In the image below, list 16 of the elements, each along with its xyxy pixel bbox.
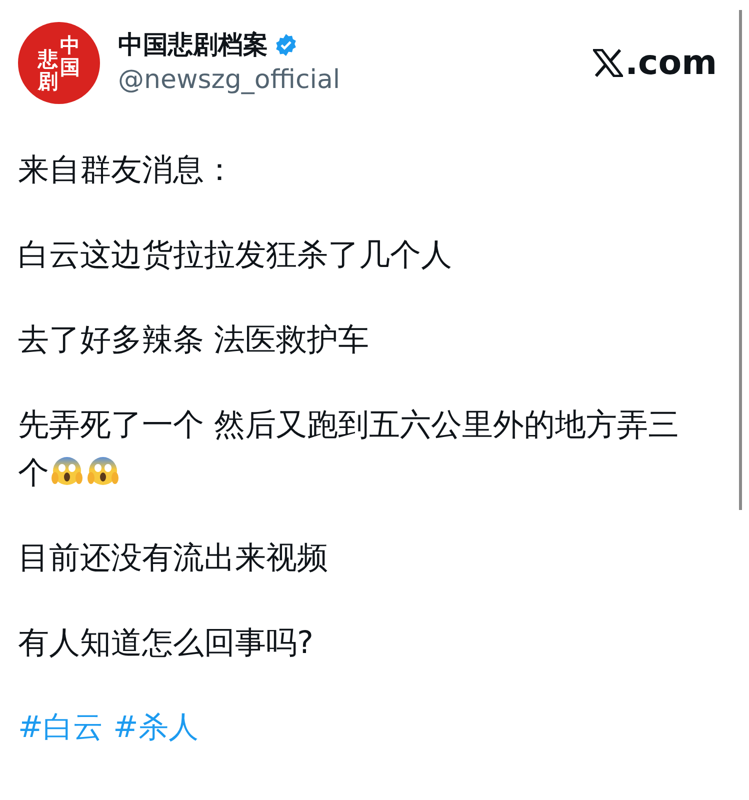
tweet-paragraph: 先弄死了一个 然后又跑到五六公里外的地方弄三个 [18,406,680,493]
x-logo-icon [593,49,624,77]
user-handle: @newszg_official [118,64,342,97]
hashtag-link[interactable]: #杀人 [113,704,198,752]
screaming-face-emoji-icon [51,455,83,487]
tweet-paragraph: 有人知道怎么回事吗? [18,624,314,663]
tweet-paragraph: 去了好多辣条 法医救护车 [18,321,370,360]
tweet-paragraph: 白云这边货拉拉发狂杀了几个人 [18,236,453,275]
avatar-text: 中国 [60,34,80,78]
tweet-paragraph: 目前还没有流出来视频 [18,539,329,578]
screaming-face-emoji-icon [87,455,119,487]
display-name: 中国悲剧档案 [118,29,268,61]
avatar-text: 悲剧 [38,48,58,92]
site-name: .com [625,43,717,83]
tweet-paragraph: 来自群友消息： [18,151,236,190]
hashtag-link[interactable]: #白云 [18,704,104,752]
